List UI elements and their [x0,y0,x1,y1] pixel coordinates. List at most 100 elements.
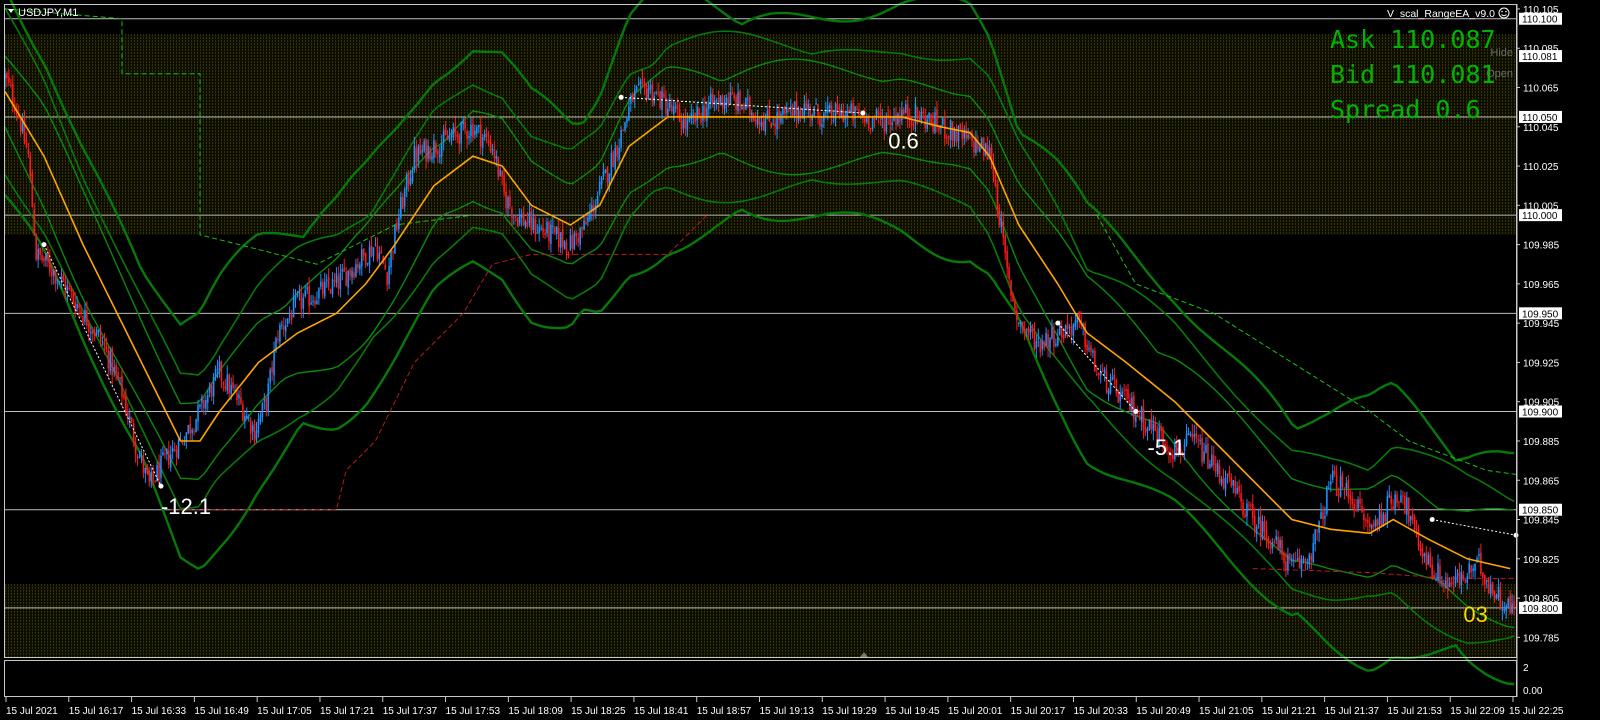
bull-candle [201,397,203,403]
bear-candle [25,139,28,148]
bear-candle [357,263,359,269]
bull-candle [273,350,275,376]
bull-candle [263,399,266,402]
bear-candle [1127,388,1129,399]
bull-candle [355,264,357,277]
bull-candle [620,129,622,148]
bear-candle [1008,266,1010,280]
bear-candle [951,121,954,141]
bear-candle [1347,480,1350,498]
hide-button[interactable]: Hide [1490,47,1513,59]
bull-candle [417,146,420,162]
bear-candle [1484,574,1486,585]
bear-candle [671,104,673,112]
bear-candle [1253,515,1256,533]
bear-candle [283,326,285,330]
bull-candle [368,246,371,266]
bear-candle [54,271,57,284]
bull-candle [1107,390,1110,395]
bull-candle [462,121,464,125]
bear-candle [1335,474,1338,496]
bull-candle [1478,554,1480,556]
bear-candle [396,222,398,230]
bull-candle [495,155,498,159]
bull-candle [1374,519,1377,527]
bear-candle [1384,514,1387,522]
bull-candle [1495,595,1498,599]
current-price-tag: 110.081 [1522,52,1558,63]
bear-candle [581,227,583,230]
bear-candle [565,242,568,253]
bear-candle [146,466,149,474]
bear-candle [1195,432,1198,439]
bear-candle [425,139,427,162]
bear-candle [466,131,468,139]
bull-candle [1064,325,1067,337]
bull-candle [904,104,907,113]
bull-candle [729,92,732,105]
bear-candle [542,227,544,233]
bull-candle [470,124,472,137]
bull-candle [160,455,162,478]
trading-chart[interactable]: -12.10.6-5.103 110.105110.085110.065110.… [0,0,1600,720]
bull-candle [832,120,835,122]
bull-candle [1456,573,1459,576]
bull-candle [403,189,406,207]
bear-candle [1333,470,1336,475]
bull-candle [1018,322,1020,324]
bull-candle [1437,563,1439,580]
bear-candle [117,372,119,380]
bear-candle [856,109,858,111]
bull-candle [1320,512,1322,519]
bull-candle [52,269,55,276]
trade-exit-dot [1133,409,1139,415]
bear-candle [663,93,665,98]
bear-candle [132,423,135,443]
bear-candle [78,304,80,308]
bull-candle [1072,323,1075,337]
x-tick-label: 15 Jul 17:05 [257,706,312,717]
bull-candle [1409,516,1412,521]
bull-candle [1224,477,1227,491]
bull-candle [1326,486,1328,514]
bull-candle [1331,470,1334,480]
bear-candle [203,400,205,409]
bear-candle [515,215,517,217]
bull-candle [286,318,289,324]
bull-candle [255,430,258,440]
bull-candle [433,140,435,158]
bull-candle [281,324,283,326]
bull-candle [520,214,523,218]
bull-candle [1000,219,1003,228]
bear-candle [497,157,500,177]
bear-candle [1294,560,1297,562]
bear-candle [961,127,964,140]
bear-candle [1273,541,1276,543]
bull-candle [1287,554,1289,571]
bear-candle [996,184,999,210]
bull-candle [306,287,308,290]
bull-candle [1503,609,1506,612]
bear-candle [1392,506,1394,511]
bull-candle [953,130,956,141]
bull-candle [637,83,640,85]
open-button[interactable]: Open [1486,68,1513,80]
bull-candle [828,104,831,109]
bear-candle [33,209,36,236]
bull-candle [259,415,262,422]
x-tick-label: 15 Jul 18:25 [571,706,626,717]
bear-candle [10,84,12,86]
bull-candle [1497,586,1500,598]
x-tick-label: 15 Jul 21:21 [1262,706,1317,717]
bull-candle [1232,480,1235,486]
bull-candle [1068,327,1071,329]
bear-candle [458,135,461,145]
bear-candle [27,149,30,155]
bear-candle [105,346,108,350]
bear-candle [236,392,238,401]
bear-candle [370,245,373,257]
bear-candle [1138,418,1141,421]
bear-candle [1419,544,1422,552]
bull-candle [1394,494,1396,509]
bull-candle [162,452,164,455]
